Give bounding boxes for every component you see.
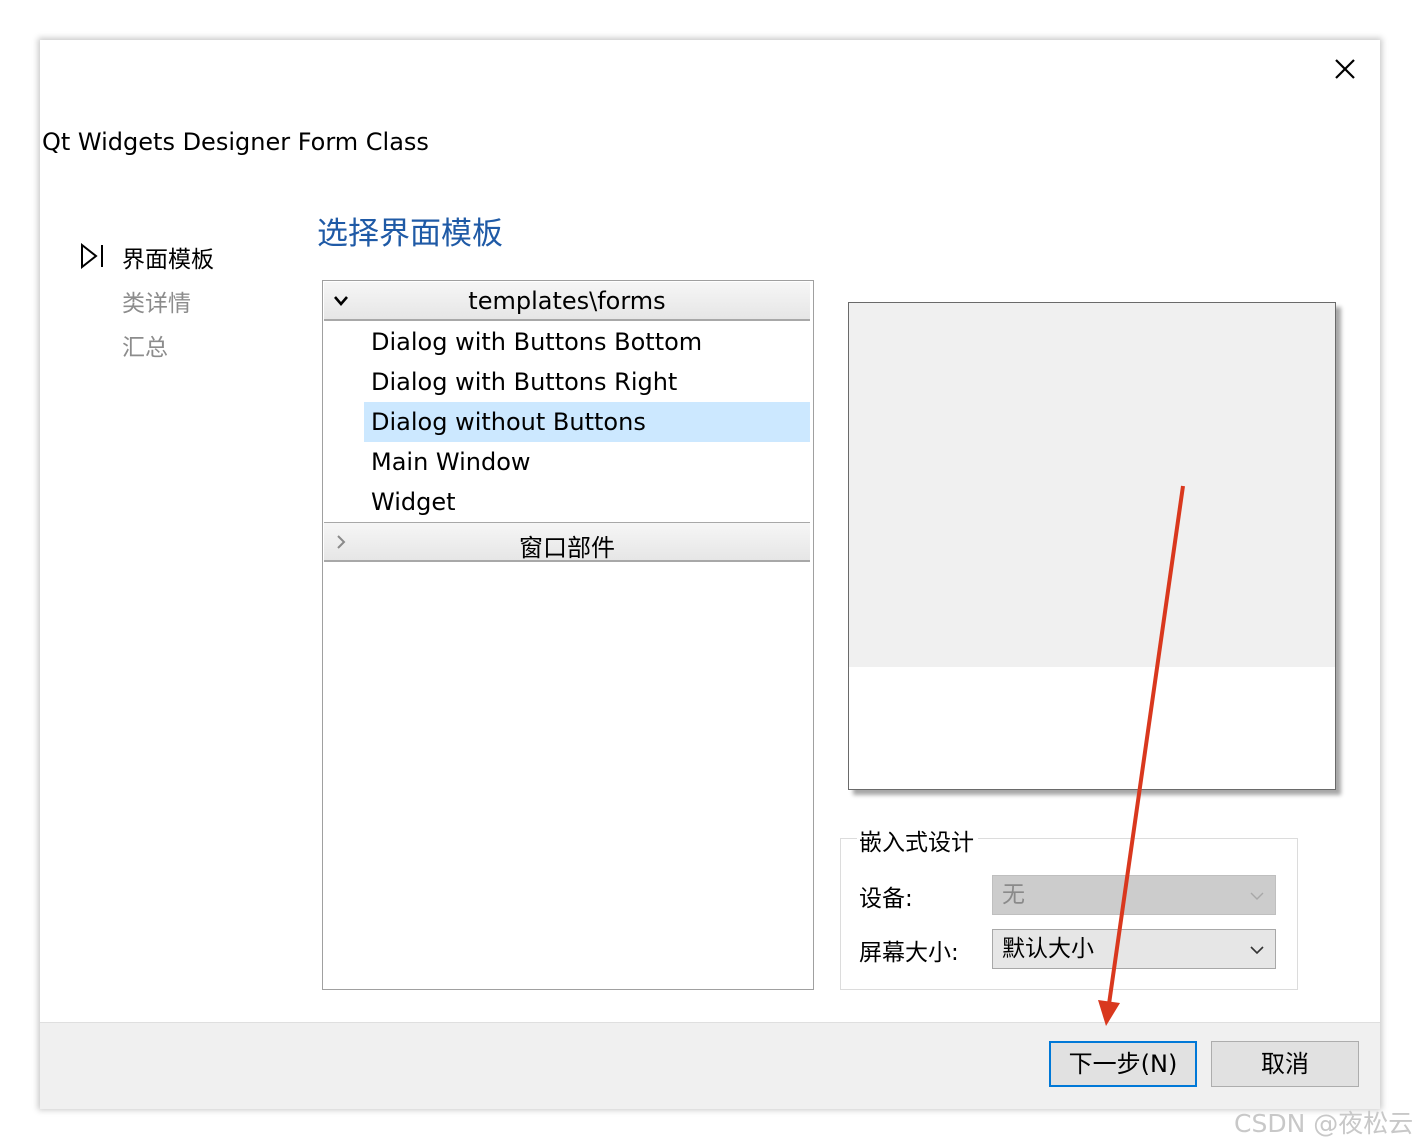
wizard-step-class-details: 类详情 [122, 291, 191, 317]
current-step-icon [81, 243, 103, 269]
screen-size-select-value: 默认大小 [1002, 936, 1094, 962]
embedded-design-group: 嵌入式设计 设备: 无 屏幕大小: 默认大小 [840, 823, 1298, 990]
group-title: 嵌入式设计 [857, 823, 978, 857]
device-label: 设备: [859, 886, 913, 912]
template-tree[interactable]: templates\forms Dialog with Buttons Bott… [322, 280, 814, 990]
device-select: 无 [992, 875, 1276, 915]
screen-size-label: 屏幕大小: [859, 940, 959, 966]
template-item[interactable]: Dialog with Buttons Bottom [364, 322, 810, 362]
wizard-step-template: 界面模板 [122, 247, 214, 273]
dialog-footer: 下一步(N) 取消 [40, 1022, 1380, 1109]
preview-form-area [849, 303, 1335, 667]
template-item-selected[interactable]: Dialog without Buttons [364, 402, 810, 442]
watermark: CSDN @夜松云 [1234, 1109, 1414, 1138]
device-select-value: 无 [1002, 882, 1025, 908]
template-item[interactable]: Main Window [364, 442, 810, 482]
tree-group-label: templates\forms [468, 287, 666, 315]
template-item[interactable]: Widget [364, 482, 810, 522]
chevron-down-icon [1250, 946, 1264, 955]
page-heading: 选择界面模板 [317, 216, 503, 252]
chevron-down-icon [1250, 892, 1264, 900]
close-button[interactable] [1330, 54, 1360, 84]
tree-group-widgets[interactable]: 窗口部件 [324, 522, 810, 562]
tree-group-label: 窗口部件 [519, 534, 615, 562]
close-icon [1335, 59, 1355, 79]
tree-group-templates-forms[interactable]: templates\forms [324, 282, 810, 321]
new-form-wizard-dialog: Qt Widgets Designer Form Class 界面模板 类详情 … [40, 40, 1380, 1109]
next-button[interactable]: 下一步(N) [1049, 1041, 1197, 1087]
wizard-step-summary: 汇总 [122, 335, 168, 361]
template-preview [848, 302, 1336, 790]
template-item[interactable]: Dialog with Buttons Right [364, 362, 810, 402]
dialog-title: Qt Widgets Designer Form Class [42, 128, 429, 156]
cancel-button[interactable]: 取消 [1211, 1041, 1359, 1087]
screen-size-select[interactable]: 默认大小 [992, 929, 1276, 969]
